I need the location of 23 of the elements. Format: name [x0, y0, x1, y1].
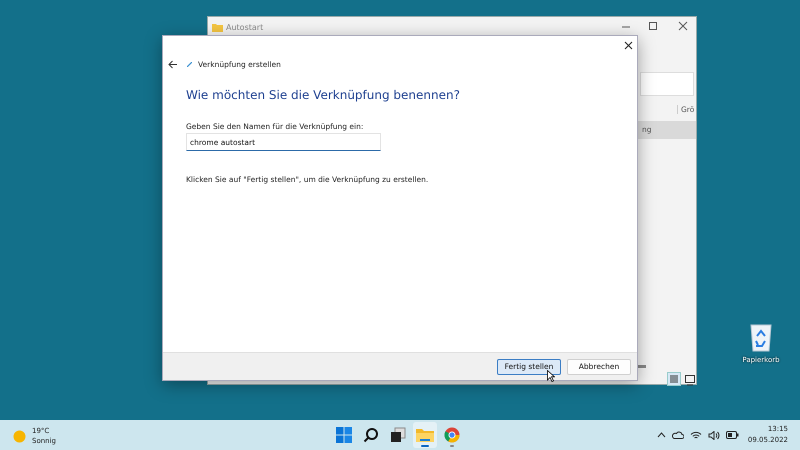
folder-icon — [212, 22, 223, 32]
dialog-heading: Wie möchten Sie die Verknüpfung benennen? — [186, 88, 460, 102]
windows-logo-icon[interactable] — [336, 427, 352, 443]
speaker-icon[interactable] — [708, 430, 720, 440]
scrollbar[interactable] — [638, 365, 646, 368]
file-explorer-button[interactable] — [413, 422, 437, 448]
folder-icon[interactable] — [416, 427, 434, 443]
close-icon[interactable] — [624, 41, 633, 50]
wifi-icon[interactable] — [690, 430, 702, 440]
cloud-icon[interactable] — [672, 431, 684, 439]
task-view-icon[interactable] — [390, 427, 406, 443]
maximize-icon[interactable] — [648, 21, 658, 31]
back-arrow-icon[interactable] — [168, 60, 178, 69]
recycle-bin-icon[interactable] — [749, 322, 773, 352]
window-title: Autostart — [226, 22, 264, 32]
tiles-view-icon[interactable] — [684, 374, 696, 386]
details-view-icon[interactable] — [667, 372, 681, 386]
chevron-up-icon[interactable] — [656, 432, 666, 438]
close-icon[interactable] — [678, 21, 688, 31]
search-field[interactable] — [640, 72, 694, 96]
search-icon[interactable] — [363, 427, 379, 443]
browser-icon[interactable] — [444, 427, 460, 443]
battery-icon[interactable] — [726, 431, 739, 439]
